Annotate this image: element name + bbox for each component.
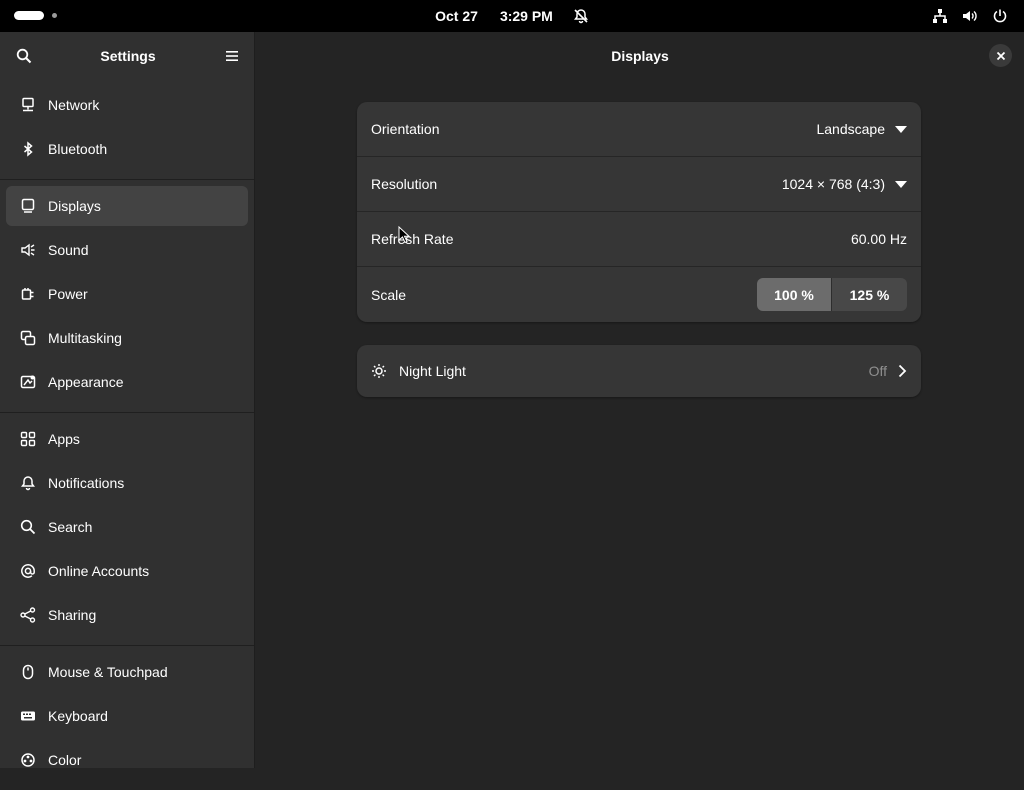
sidebar-item-label: Notifications xyxy=(48,475,125,491)
at-icon xyxy=(20,563,36,579)
power-plug-icon xyxy=(20,286,36,302)
sidebar-item-network[interactable]: Network xyxy=(6,85,248,125)
dropdown-arrow-icon xyxy=(895,125,907,133)
sidebar-item-label: Apps xyxy=(48,431,80,447)
sidebar-item-color[interactable]: Color xyxy=(6,740,248,780)
sidebar-group: Displays Sound Power Multitasking Appear… xyxy=(0,180,254,412)
scale-row: Scale 100 % 125 % xyxy=(357,267,921,322)
clock-date: Oct 27 xyxy=(435,8,478,24)
keyboard-icon xyxy=(20,708,36,724)
orientation-dropdown[interactable]: Landscape xyxy=(816,121,907,137)
orientation-row[interactable]: Orientation Landscape xyxy=(357,102,921,157)
scale-option-100[interactable]: 100 % xyxy=(757,278,832,311)
sidebar-title: Settings xyxy=(100,47,156,64)
clock-time: 3:29 PM xyxy=(499,8,553,24)
sidebar: Settings Network Bluetooth Displays Soun… xyxy=(0,32,255,768)
hamburger-menu-icon[interactable] xyxy=(222,46,242,66)
orientation-label: Orientation xyxy=(371,121,440,137)
resolution-row[interactable]: Resolution 1024 × 768 (4:3) xyxy=(357,157,921,212)
system-menu[interactable] xyxy=(930,6,1010,26)
sidebar-item-keyboard[interactable]: Keyboard xyxy=(6,696,248,736)
scale-option-125[interactable]: 125 % xyxy=(832,278,907,311)
scale-label: Scale xyxy=(371,286,407,303)
multitasking-icon xyxy=(20,330,36,346)
scale-toggle-group: 100 % 125 % xyxy=(757,278,907,311)
sidebar-item-label: Online Accounts xyxy=(48,563,150,579)
refresh-rate-label: Refresh Rate xyxy=(371,231,454,247)
resolution-dropdown[interactable]: 1024 × 768 (4:3) xyxy=(782,176,907,192)
sidebar-item-label: Displays xyxy=(48,198,101,214)
mouse-icon xyxy=(20,664,36,680)
apps-grid-icon xyxy=(20,431,36,447)
sidebar-item-search[interactable]: Search xyxy=(6,507,248,547)
sidebar-item-sound[interactable]: Sound xyxy=(6,230,248,270)
color-icon xyxy=(20,752,36,768)
sidebar-item-mouse-touchpad[interactable]: Mouse & Touchpad xyxy=(6,652,248,692)
sidebar-item-label: Sound xyxy=(48,242,89,258)
volume-icon xyxy=(960,6,980,26)
refresh-rate-row: Refresh Rate 60.00 Hz xyxy=(357,212,921,267)
network-icon xyxy=(20,97,36,113)
close-button[interactable] xyxy=(989,44,1012,67)
bell-icon xyxy=(20,475,36,491)
refresh-rate-value: 60.00 Hz xyxy=(850,231,907,247)
share-icon xyxy=(20,607,36,623)
sidebar-item-label: Search xyxy=(48,519,93,535)
sidebar-item-bluetooth[interactable]: Bluetooth xyxy=(6,129,248,169)
sidebar-group: Apps Notifications Search Online Account… xyxy=(0,413,254,645)
sidebar-item-label: Bluetooth xyxy=(48,141,108,157)
search-icon xyxy=(20,519,36,535)
chevron-right-icon xyxy=(897,364,907,378)
orientation-value: Landscape xyxy=(816,121,885,137)
night-light-icon xyxy=(371,363,387,379)
sidebar-item-sharing[interactable]: Sharing xyxy=(6,595,248,635)
page-title: Displays xyxy=(611,47,669,64)
sidebar-item-label: Color xyxy=(48,752,82,768)
night-light-row[interactable]: Night Light Off xyxy=(357,345,921,397)
sidebar-item-online-accounts[interactable]: Online Accounts xyxy=(6,551,248,591)
sidebar-item-notifications[interactable]: Notifications xyxy=(6,463,248,503)
sidebar-item-label: Network xyxy=(48,97,100,113)
mouse-cursor-icon xyxy=(398,225,411,249)
wired-network-icon xyxy=(930,6,950,26)
resolution-label: Resolution xyxy=(371,176,438,192)
sidebar-item-apps[interactable]: Apps xyxy=(6,419,248,459)
content-header: Displays xyxy=(256,32,1024,79)
close-icon xyxy=(996,51,1006,61)
sidebar-header: Settings xyxy=(0,32,254,79)
clock[interactable]: Oct 27 3:29 PM xyxy=(0,0,1024,32)
sidebar-item-power[interactable]: Power xyxy=(6,274,248,314)
sidebar-item-label: Power xyxy=(48,286,88,302)
search-icon[interactable] xyxy=(14,46,34,66)
sidebar-item-appearance[interactable]: Appearance xyxy=(6,362,248,402)
bluetooth-icon xyxy=(20,141,36,157)
dropdown-arrow-icon xyxy=(895,180,907,188)
sound-icon xyxy=(20,242,36,258)
night-light-status: Off xyxy=(868,363,887,379)
top-bar: Oct 27 3:29 PM xyxy=(0,0,1024,32)
night-light-card: Night Light Off xyxy=(357,345,921,397)
night-light-label: Night Light xyxy=(399,363,466,379)
display-icon xyxy=(20,198,36,214)
sidebar-item-label: Sharing xyxy=(48,607,97,623)
content-pane: Displays Orientation Landscape Resolutio… xyxy=(256,32,1024,768)
resolution-value: 1024 × 768 (4:3) xyxy=(781,176,885,192)
sidebar-item-multitasking[interactable]: Multitasking xyxy=(6,318,248,358)
sidebar-group: Network Bluetooth xyxy=(0,79,254,179)
sidebar-item-label: Keyboard xyxy=(48,708,108,724)
power-icon xyxy=(990,6,1010,26)
notifications-off-icon xyxy=(573,8,589,24)
display-settings-card: Orientation Landscape Resolution 1024 × … xyxy=(357,102,921,322)
sidebar-item-label: Mouse & Touchpad xyxy=(48,664,168,680)
sidebar-item-label: Appearance xyxy=(48,374,124,390)
sidebar-group: Mouse & Touchpad Keyboard Color xyxy=(0,646,254,790)
appearance-icon xyxy=(20,374,36,390)
sidebar-item-label: Multitasking xyxy=(48,330,122,346)
sidebar-item-displays[interactable]: Displays xyxy=(6,186,248,226)
